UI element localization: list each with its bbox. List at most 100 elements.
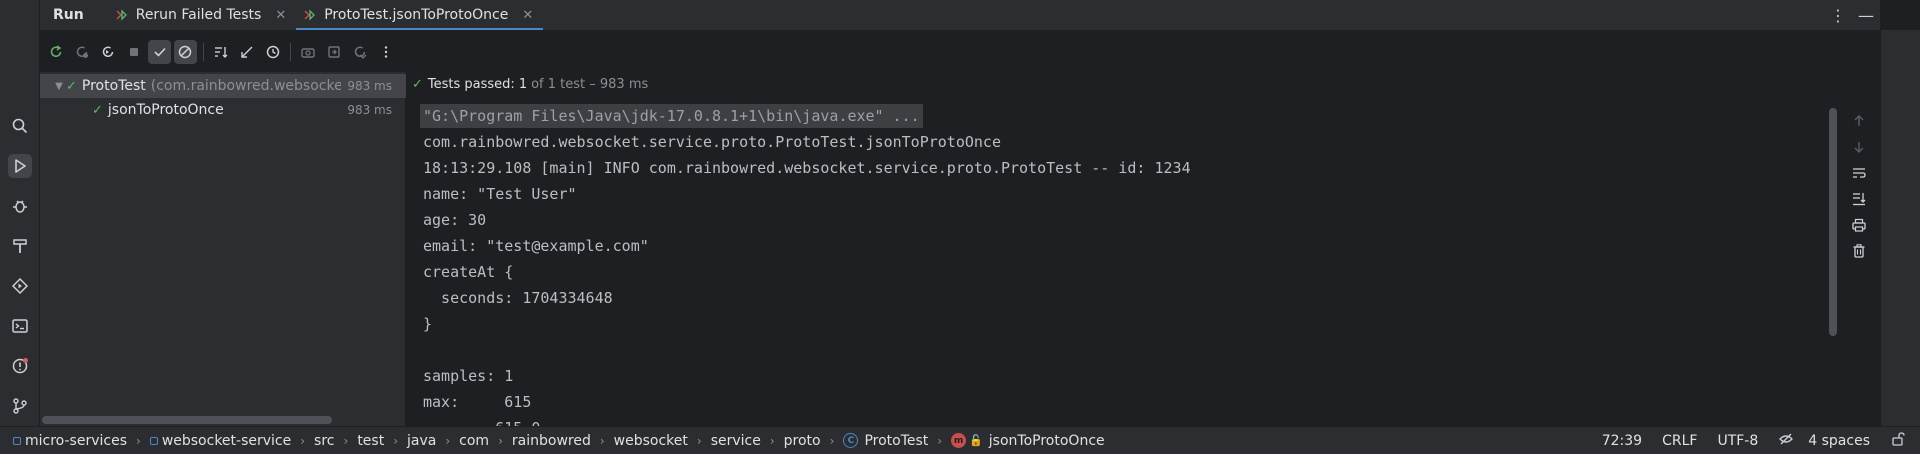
sort-alphabetically-button[interactable] xyxy=(210,40,233,64)
terminal-icon[interactable] xyxy=(8,314,32,338)
breadcrumb-label: websocket-service xyxy=(161,432,292,449)
lock-toggle-icon[interactable] xyxy=(1890,431,1906,451)
readonly-toggle-icon[interactable] xyxy=(1778,431,1794,451)
console-line: max: 615 xyxy=(423,393,532,411)
close-icon[interactable]: ✕ xyxy=(522,8,533,23)
scroll-to-end-button[interactable] xyxy=(1850,190,1868,208)
tests-total-summary: of 1 test – 983 ms xyxy=(531,76,649,92)
chevron-right-icon: › xyxy=(829,433,835,448)
run-toolbar xyxy=(40,37,400,67)
chevron-right-icon: › xyxy=(769,433,775,448)
breadcrumb-label: micro-services xyxy=(25,432,127,449)
breadcrumb-item[interactable]: proto xyxy=(784,433,821,449)
clear-all-button[interactable] xyxy=(1850,242,1868,260)
tab-prototest-jsontoprotoonce[interactable]: ProtoTest.jsonToProtoOnce ✕ xyxy=(296,0,544,30)
more-options-icon[interactable]: ⋮ xyxy=(1824,6,1852,25)
test-history-button[interactable] xyxy=(261,40,284,64)
rerun-failed-icon xyxy=(76,46,89,58)
toggle-auto-test-button[interactable] xyxy=(97,40,120,64)
rerun-icon xyxy=(51,45,62,57)
test-method-name: jsonToProtoOnce xyxy=(107,102,224,118)
arrow-down-icon xyxy=(1854,142,1864,153)
right-tool-strip xyxy=(1880,30,1920,426)
caret-position[interactable]: 72:39 xyxy=(1602,433,1642,449)
indent-setting[interactable]: 4 spaces xyxy=(1808,433,1870,449)
debug-icon[interactable] xyxy=(8,194,32,218)
export-tests-button[interactable] xyxy=(349,40,372,64)
screenshot-button[interactable] xyxy=(297,40,320,64)
more-vertical-icon xyxy=(384,46,387,58)
status-bar: micro-services › websocket-service › src… xyxy=(0,426,1920,454)
chevron-right-icon: › xyxy=(136,433,141,448)
services-icon[interactable] xyxy=(8,274,32,298)
breadcrumb-module[interactable]: websocket-service xyxy=(149,432,292,449)
breadcrumb-item[interactable]: service xyxy=(711,433,761,449)
lock-icon: 🔓 xyxy=(969,434,983,447)
build-hammer-icon[interactable] xyxy=(8,234,32,258)
more-actions-button[interactable] xyxy=(374,40,397,64)
close-icon[interactable]: ✕ xyxy=(275,8,286,23)
import-tests-button[interactable] xyxy=(323,40,346,64)
soft-wrap-button[interactable] xyxy=(1850,164,1868,182)
problems-icon[interactable] xyxy=(8,354,32,378)
search-icon[interactable] xyxy=(8,114,32,138)
breadcrumb-module[interactable]: micro-services xyxy=(13,433,127,449)
tool-window-title: Run xyxy=(53,7,84,23)
test-package-name: (com.rainbowred.websocket.s xyxy=(150,78,341,94)
console-output[interactable]: "G:\Program Files\Java\jdk-17.0.8.1+1\bi… xyxy=(407,104,1839,426)
tab-rerun-failed-tests[interactable]: Rerun Failed Tests ✕ xyxy=(108,0,297,30)
stop-icon xyxy=(129,48,138,56)
printer-icon xyxy=(1852,218,1866,232)
chevron-right-icon: › xyxy=(696,433,702,448)
collapse-icon xyxy=(241,46,253,58)
breadcrumb-label: jsonToProtoOnce xyxy=(988,432,1105,449)
breadcrumb-item[interactable]: src xyxy=(314,433,334,449)
show-passed-toggle[interactable] xyxy=(148,40,171,64)
toolbar-divider xyxy=(202,43,204,61)
chevron-right-icon: › xyxy=(393,433,399,448)
module-icon xyxy=(13,436,21,445)
minimize-icon[interactable]: — xyxy=(1852,6,1880,25)
chevron-right-icon: › xyxy=(300,433,306,448)
scroll-to-end-icon xyxy=(1853,193,1866,206)
chevron-right-icon: › xyxy=(599,433,605,448)
clock-icon xyxy=(266,45,279,59)
chevron-down-icon[interactable]: ▼ xyxy=(52,81,66,92)
file-encoding[interactable]: UTF-8 xyxy=(1717,433,1758,449)
print-button[interactable] xyxy=(1850,216,1868,234)
breadcrumb-item[interactable]: com xyxy=(459,433,489,449)
breadcrumb-label: ProtoTest xyxy=(864,432,929,449)
run-icon[interactable] xyxy=(8,154,32,178)
test-run-icon xyxy=(116,9,127,21)
arrow-up-icon xyxy=(1854,115,1864,126)
breadcrumb-class[interactable]: C ProtoTest xyxy=(843,433,928,449)
console-command-line[interactable]: "G:\Program Files\Java\jdk-17.0.8.1+1\bi… xyxy=(420,104,923,128)
camera-icon xyxy=(301,48,316,58)
breadcrumb-item[interactable]: websocket xyxy=(614,433,688,449)
breadcrumb-item[interactable]: test xyxy=(357,433,384,449)
test-passed-icon: ✓ xyxy=(412,76,423,92)
console-line: } xyxy=(423,315,433,333)
horizontal-scrollbar[interactable] xyxy=(42,416,332,424)
console-line: name: "Test User" xyxy=(423,185,577,203)
rerun-button[interactable] xyxy=(45,40,68,64)
collapse-all-button[interactable] xyxy=(235,40,258,64)
console-line: seconds: 1704334648 xyxy=(423,289,613,307)
line-separator[interactable]: CRLF xyxy=(1662,433,1697,449)
vertical-scrollbar[interactable] xyxy=(1829,108,1837,336)
tree-node-prototest[interactable]: ▼ ✓ ProtoTest (com.rainbowred.websocket.… xyxy=(40,74,406,98)
tree-node-jsontoprotoonce[interactable]: ✓ jsonToProtoOnce 983 ms xyxy=(40,98,406,122)
git-icon[interactable] xyxy=(8,394,32,418)
rerun-failed-button[interactable] xyxy=(71,40,94,64)
breadcrumb-item[interactable]: java xyxy=(407,433,436,449)
next-occurrence-button[interactable] xyxy=(1850,138,1868,156)
breadcrumb-method[interactable]: m 🔓 jsonToProtoOnce xyxy=(951,433,1105,449)
stop-button[interactable] xyxy=(122,40,145,64)
breadcrumb-item[interactable]: rainbowred xyxy=(512,433,591,449)
tests-passed-count: 1 xyxy=(518,76,528,92)
test-duration: 983 ms xyxy=(347,103,392,117)
console-line: createAt { xyxy=(423,263,514,281)
previous-occurrence-button[interactable] xyxy=(1850,112,1868,130)
show-ignored-toggle[interactable] xyxy=(173,40,197,64)
chevron-right-icon: › xyxy=(343,433,349,448)
